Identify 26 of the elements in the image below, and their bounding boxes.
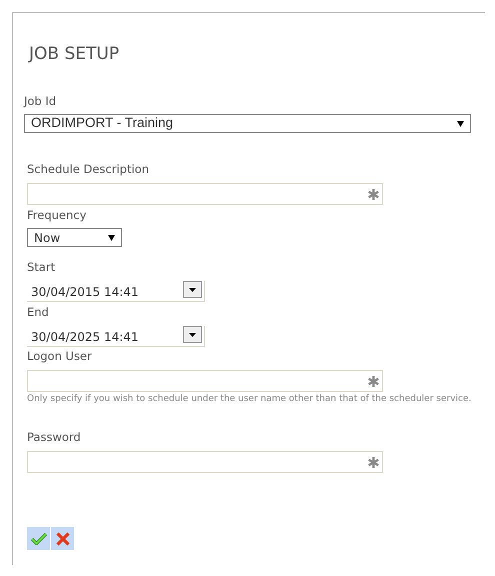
- field-label: Start: [27, 259, 56, 275]
- close-icon: [56, 532, 70, 546]
- job-id-select[interactable]: ORDIMPORT - Training: [24, 114, 471, 133]
- dropdown-arrow-icon: [108, 234, 115, 240]
- field-label: Job Id: [24, 93, 56, 109]
- field-label: Password: [27, 429, 81, 445]
- field-label: Logon User: [27, 348, 92, 364]
- frequency-select[interactable]: Now: [27, 228, 122, 247]
- field-label: End: [27, 304, 49, 320]
- page-title: JOB SETUP: [29, 43, 120, 65]
- dropdown-arrow-icon: [457, 120, 464, 126]
- field-label: Frequency: [27, 207, 86, 223]
- confirm-button[interactable]: [27, 527, 50, 550]
- cancel-button[interactable]: [51, 527, 74, 550]
- calendar-dropdown-button[interactable]: [183, 326, 202, 343]
- dropdown-arrow-icon: [189, 332, 196, 336]
- help-text: Only specify if you wish to schedule under the user name other than that of the scheduler service.: [27, 394, 472, 405]
- date-time-field[interactable]: 30/04/2015 14:41: [27, 281, 205, 302]
- dropdown-arrow-icon: [189, 288, 196, 292]
- field-label: Schedule Description: [27, 161, 149, 177]
- text-field[interactable]: [27, 183, 383, 205]
- checkmark-icon: [30, 532, 46, 544]
- calendar-dropdown-button[interactable]: [183, 281, 202, 298]
- text-field[interactable]: [27, 370, 383, 392]
- password-field[interactable]: [27, 451, 383, 473]
- date-time-field[interactable]: 30/04/2025 14:41: [27, 326, 205, 347]
